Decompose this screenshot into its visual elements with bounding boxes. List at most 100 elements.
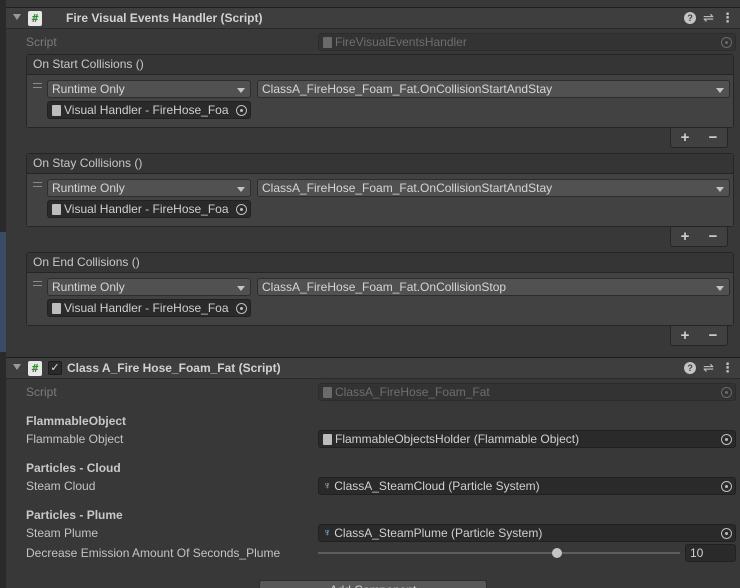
script-field-value: FireVisualEventsHandler — [335, 35, 467, 49]
decrease-emission-slider-thumb[interactable] — [551, 548, 562, 558]
script-file-icon — [323, 36, 332, 48]
decrease-emission-slider-track[interactable] — [318, 552, 680, 554]
class-a-header[interactable]: # ✓ Class A_Fire Hose_Foam_Fat (Script) … — [6, 357, 740, 379]
function-dropdown[interactable]: ClassA_FireHose_Foam_Fat.OnCollisionStar… — [257, 179, 730, 197]
runtime-dropdown[interactable]: Runtime Only — [47, 179, 251, 197]
event-entry: Runtime Only ClassA_FireHose_Foam_Fat.On… — [27, 174, 733, 226]
event-header: On Stay Collisions () — [27, 154, 733, 174]
target-object-value: Visual Handler - FireHose_Foa — [64, 202, 229, 216]
runtime-dropdown-value: Runtime Only — [52, 82, 125, 96]
object-picker-icon[interactable] — [236, 105, 247, 116]
context-menu-icon[interactable]: ⋮ — [721, 360, 734, 376]
object-picker-icon[interactable] — [236, 204, 247, 215]
steam-cloud-label: Steam Cloud — [26, 479, 96, 493]
section-header-flammable: FlammableObject — [26, 414, 127, 428]
add-listener-button[interactable]: + — [681, 129, 690, 146]
runtime-dropdown-value: Runtime Only — [52, 280, 125, 294]
script-label: Script — [26, 35, 57, 49]
header-icons: ? ⇌ ⋮ — [684, 10, 734, 26]
script-icon: # — [28, 11, 42, 26]
event-entry: Runtime Only ClassA_FireHose_Foam_Fat.On… — [27, 273, 733, 325]
event-on-start-collisions: On Start Collisions () Runtime Only Clas… — [26, 54, 734, 128]
script-field-value: ClassA_FireHose_Foam_Fat — [335, 385, 490, 399]
script-file-icon — [52, 302, 61, 314]
add-listener-button[interactable]: + — [681, 327, 690, 344]
preset-icon[interactable]: ⇌ — [703, 10, 714, 26]
flammable-object-value: FlammableObjectsHolder (Flammable Object… — [335, 432, 580, 446]
inspector-panel: # Fire Visual Events Handler (Script) ? … — [6, 0, 740, 588]
target-object-value: Visual Handler - FireHose_Foa — [64, 103, 229, 117]
script-file-icon — [323, 433, 332, 445]
event-footer: + − — [670, 128, 728, 148]
function-dropdown[interactable]: ClassA_FireHose_Foam_Fat.OnCollisionStop — [257, 278, 730, 296]
target-object-value: Visual Handler - FireHose_Foa — [64, 301, 229, 315]
object-picker-icon[interactable] — [721, 528, 732, 539]
function-dropdown-value: ClassA_FireHose_Foam_Fat.OnCollisionStop — [262, 280, 507, 294]
object-picker-icon[interactable] — [721, 481, 732, 492]
event-footer: + − — [670, 227, 728, 247]
script-icon: # — [28, 361, 42, 376]
target-object-field[interactable]: Visual Handler - FireHose_Foa — [47, 200, 251, 218]
object-picker-icon[interactable] — [721, 434, 732, 445]
section-header-cloud: Particles - Cloud — [26, 461, 121, 475]
script-label: Script — [26, 385, 57, 399]
flammable-object-field[interactable]: FlammableObjectsHolder (Flammable Object… — [318, 430, 736, 448]
event-on-stay-collisions: On Stay Collisions () Runtime Only Class… — [26, 153, 734, 227]
add-listener-button[interactable]: + — [681, 228, 690, 245]
context-menu-icon[interactable]: ⋮ — [721, 10, 734, 26]
flammable-object-label: Flammable Object — [26, 432, 124, 446]
script-field: ClassA_FireHose_Foam_Fat — [318, 383, 736, 401]
function-dropdown[interactable]: ClassA_FireHose_Foam_Fat.OnCollisionStar… — [257, 80, 730, 98]
decrease-emission-label: Decrease Emission Amount Of Seconds_Plum… — [26, 546, 281, 560]
runtime-dropdown[interactable]: Runtime Only — [47, 80, 251, 98]
component-title: Class A_Fire Hose_Foam_Fat (Script) — [67, 361, 281, 375]
foldout-arrow-icon[interactable] — [13, 14, 21, 20]
target-object-field[interactable]: Visual Handler - FireHose_Foa — [47, 101, 251, 119]
component-title: Fire Visual Events Handler (Script) — [66, 11, 263, 25]
help-icon[interactable]: ? — [684, 12, 697, 24]
script-field: FireVisualEventsHandler — [318, 33, 736, 51]
object-picker-icon — [721, 37, 732, 48]
event-header: On Start Collisions () — [27, 55, 733, 75]
add-component-button[interactable]: Add Component — [259, 580, 487, 588]
decrease-emission-value-field[interactable]: 10 — [685, 544, 736, 562]
drag-handle-icon[interactable] — [33, 281, 42, 286]
event-footer: + − — [670, 326, 728, 346]
particle-system-icon: ♆ — [323, 527, 332, 539]
dropdown-arrow-icon — [237, 187, 245, 192]
particle-system-icon: ♆ — [323, 480, 332, 492]
remove-listener-button[interactable]: − — [709, 228, 718, 245]
dropdown-arrow-icon — [716, 286, 724, 291]
event-on-end-collisions: On End Collisions () Runtime Only ClassA… — [26, 252, 734, 326]
component-enabled-checkbox[interactable]: ✓ — [48, 361, 62, 375]
runtime-dropdown[interactable]: Runtime Only — [47, 278, 251, 296]
dropdown-arrow-icon — [237, 286, 245, 291]
steam-cloud-field[interactable]: ♆ ClassA_SteamCloud (Particle System) — [318, 477, 736, 495]
script-file-icon — [52, 104, 61, 116]
fire-handler-header[interactable]: # Fire Visual Events Handler (Script) ? … — [6, 7, 740, 29]
steam-cloud-value: ClassA_SteamCloud (Particle System) — [334, 479, 540, 493]
remove-listener-button[interactable]: − — [709, 129, 718, 146]
event-header: On End Collisions () — [27, 253, 733, 273]
steam-plume-label: Steam Plume — [26, 526, 99, 540]
dropdown-arrow-icon — [716, 88, 724, 93]
event-entry: Runtime Only ClassA_FireHose_Foam_Fat.On… — [27, 75, 733, 127]
dropdown-arrow-icon — [237, 88, 245, 93]
object-picker-icon[interactable] — [236, 303, 247, 314]
header-icons: ? ⇌ ⋮ — [684, 360, 734, 376]
help-icon[interactable]: ? — [684, 362, 697, 374]
drag-handle-icon[interactable] — [33, 182, 42, 187]
runtime-dropdown-value: Runtime Only — [52, 181, 125, 195]
script-file-icon — [323, 386, 332, 398]
steam-plume-value: ClassA_SteamPlume (Particle System) — [334, 526, 543, 540]
drag-handle-icon[interactable] — [33, 83, 42, 88]
target-object-field[interactable]: Visual Handler - FireHose_Foa — [47, 299, 251, 317]
object-picker-icon — [721, 387, 732, 398]
foldout-arrow-icon[interactable] — [13, 364, 21, 370]
function-dropdown-value: ClassA_FireHose_Foam_Fat.OnCollisionStar… — [262, 82, 553, 96]
section-header-plume: Particles - Plume — [26, 508, 123, 522]
remove-listener-button[interactable]: − — [709, 327, 718, 344]
steam-plume-field[interactable]: ♆ ClassA_SteamPlume (Particle System) — [318, 524, 736, 542]
preset-icon[interactable]: ⇌ — [703, 360, 714, 376]
script-file-icon — [52, 203, 61, 215]
